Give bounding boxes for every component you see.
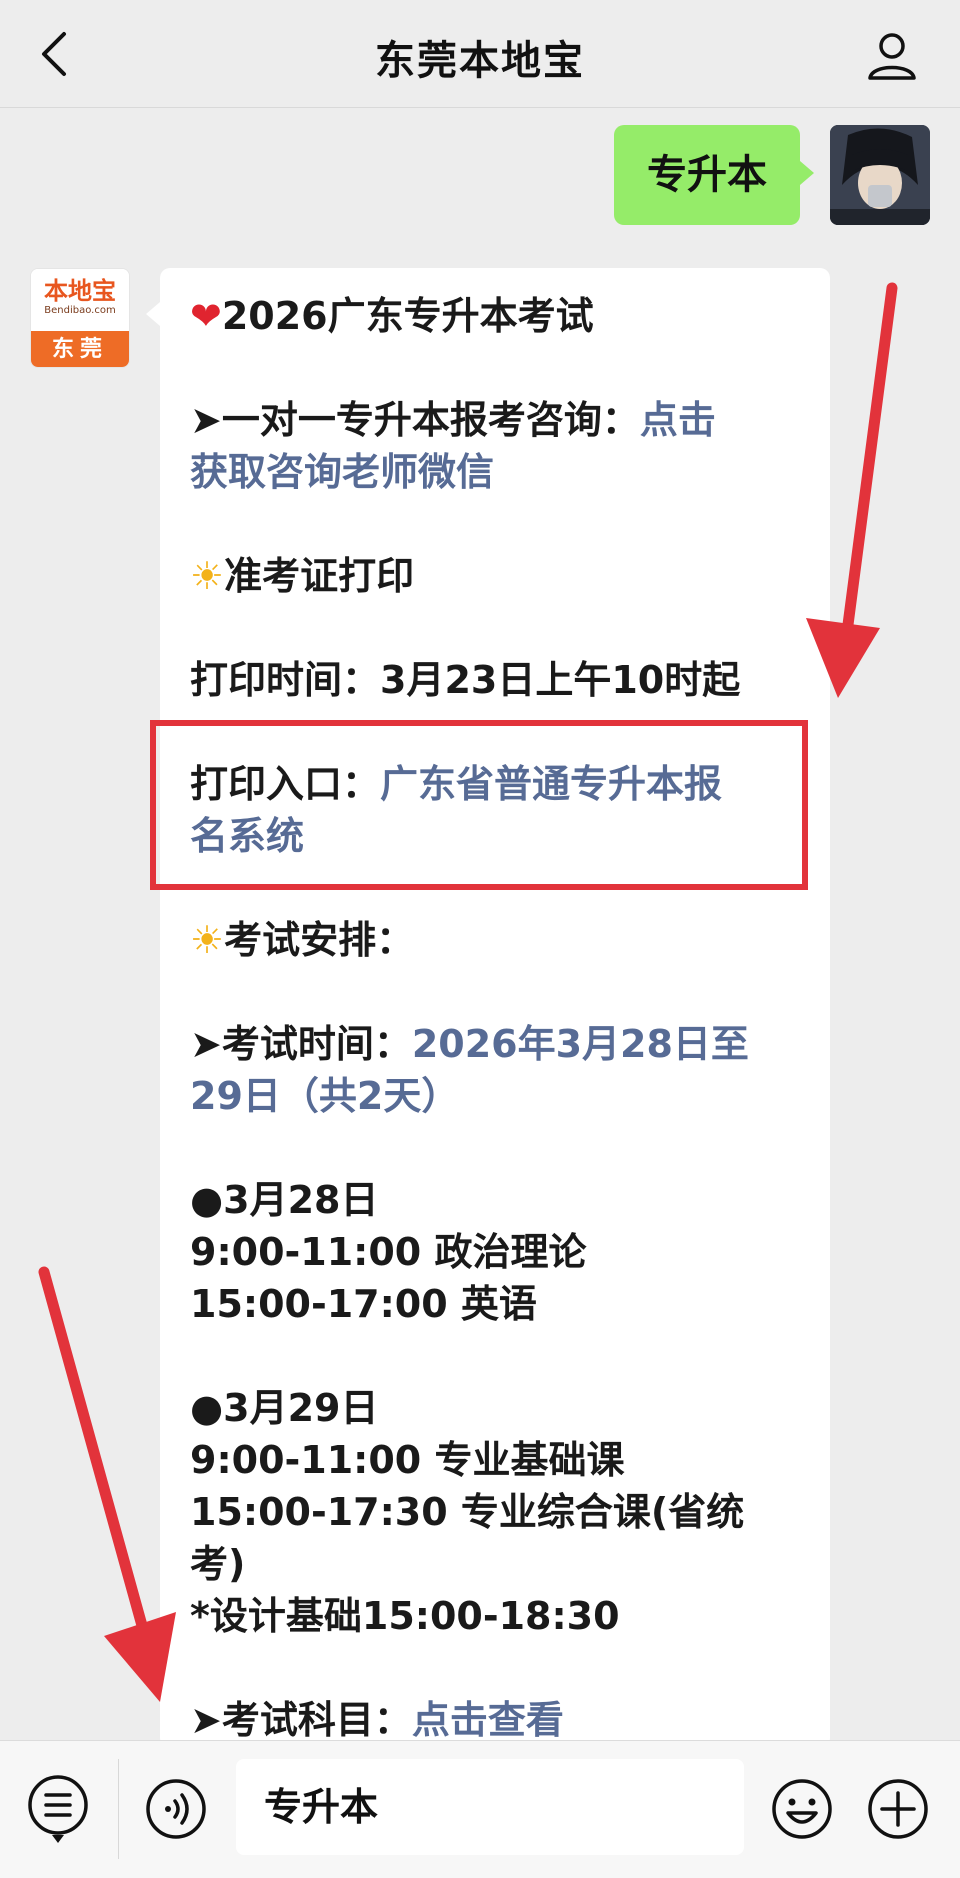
- bar-divider: [118, 1759, 119, 1859]
- user-avatar[interactable]: [830, 125, 930, 225]
- message-content: ❤2026广东专升本考试 ➤一对一专升本报考咨询：点击 获取咨询老师微信 ☀准考…: [190, 290, 802, 1746]
- chat-header: 东莞本地宝: [0, 0, 960, 108]
- message-line: ☀准考证打印: [190, 554, 415, 598]
- message-line: ☀考试安排：: [190, 918, 415, 962]
- message-line: 获取咨询老师微信: [190, 446, 802, 498]
- avatar-photo: [830, 125, 930, 225]
- official-account-avatar[interactable]: 本地宝 Bendibao.com 东莞: [30, 268, 130, 368]
- message-line: 考): [190, 1542, 246, 1586]
- sun-icon: ☀: [190, 554, 225, 598]
- annotation-arrow-left: [38, 1266, 176, 1702]
- message-line: 29日（共2天）: [190, 1070, 802, 1122]
- consult-link[interactable]: 点击: [640, 398, 716, 442]
- message-line: ➤考试时间：2026年3月28日至: [190, 1022, 749, 1066]
- message-line: ❤2026广东专升本考试: [190, 294, 594, 338]
- plus-icon[interactable]: [866, 1777, 930, 1841]
- heart-icon: ❤: [190, 294, 222, 338]
- message-input[interactable]: [236, 1759, 744, 1855]
- logo-subtext: Bendibao.com: [44, 305, 116, 316]
- input-bar: [0, 1740, 960, 1878]
- avatar-city: 东莞: [31, 331, 129, 367]
- sent-message-bubble[interactable]: 专升本: [614, 125, 814, 225]
- message-line: 15:00-17:00 英语: [190, 1282, 537, 1326]
- emoji-icon[interactable]: [770, 1777, 834, 1841]
- sun-icon: ☀: [190, 918, 225, 962]
- consult-link-cont[interactable]: 获取咨询老师微信: [190, 450, 494, 494]
- logo-text: 本地宝: [44, 277, 116, 305]
- person-icon[interactable]: [864, 28, 920, 84]
- received-message-bubble: ❤2026广东专升本考试 ➤一对一专升本报考咨询：点击 获取咨询老师微信 ☀准考…: [160, 268, 830, 1748]
- avatar-logo: 本地宝 Bendibao.com: [31, 269, 129, 331]
- bubble-tail: [146, 302, 160, 326]
- message-line: ●3月28日: [190, 1178, 379, 1222]
- message-line: 15:00-17:30 专业综合课(省统: [190, 1490, 745, 1534]
- annotation-highlight-box: [150, 720, 808, 890]
- message-line: *设计基础15:00-18:30: [190, 1594, 620, 1638]
- message-line: 9:00-11:00 专业基础课: [190, 1438, 625, 1482]
- exam-time-link-cont[interactable]: 29日（共2天）: [190, 1074, 459, 1118]
- message-line: ➤一对一专升本报考咨询：点击: [190, 398, 716, 442]
- message-line: ●3月29日: [190, 1386, 379, 1430]
- message-line: 9:00-11:00 政治理论: [190, 1230, 587, 1274]
- exam-time-link[interactable]: 2026年3月28日至: [412, 1022, 749, 1066]
- message-line: ➤考试科目：点击查看: [190, 1698, 564, 1742]
- chat-title: 东莞本地宝: [375, 38, 585, 84]
- voice-icon[interactable]: [144, 1777, 208, 1841]
- message-line: 打印时间：3月23日上午10时起: [190, 658, 741, 702]
- exam-subjects-link[interactable]: 点击查看: [412, 1698, 564, 1742]
- menu-icon[interactable]: [26, 1773, 90, 1845]
